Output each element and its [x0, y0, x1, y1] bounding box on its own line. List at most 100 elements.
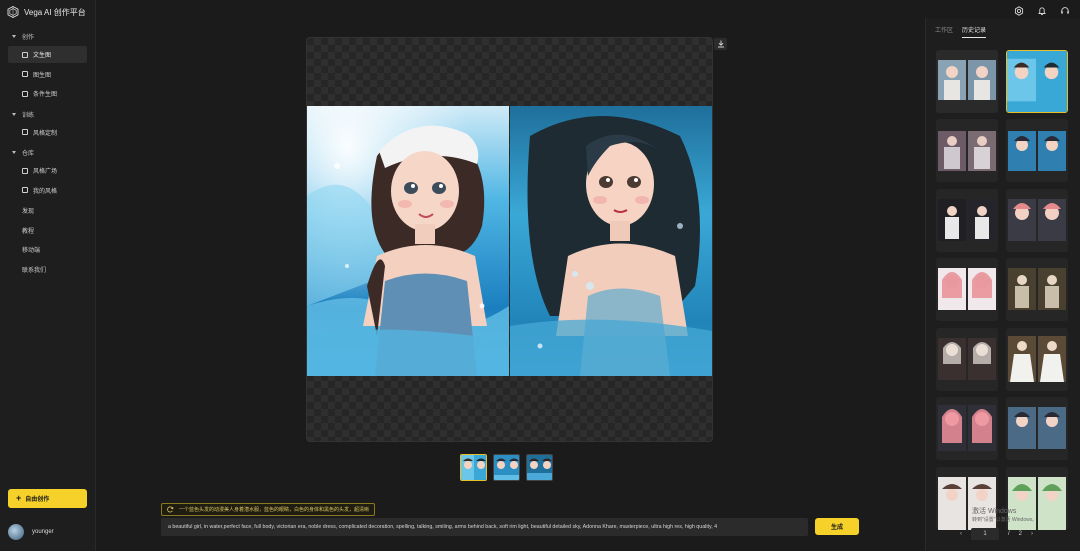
history-item[interactable]: [936, 327, 998, 391]
sidebar-item-label: 文生图: [33, 53, 52, 59]
download-icon: [717, 40, 724, 48]
sidebar-item-text2img[interactable]: 文生图: [8, 46, 87, 63]
page-input[interactable]: 1: [971, 528, 999, 540]
thumbnail-art: [527, 455, 552, 480]
sidebar-link-tutorial[interactable]: 教程: [0, 221, 96, 241]
history-thumbnail: [936, 327, 998, 391]
avatar: [8, 524, 24, 540]
thumbnail-art: [461, 455, 486, 480]
suggestion-text: 一个蓝色头发的动漫美人身着潜水服，蓝色的眼睛，白色的身体和黑色的头发，超清晰: [179, 507, 370, 513]
generated-portrait-right: [510, 106, 712, 376]
generated-portrait-left: [307, 106, 509, 376]
result-image[interactable]: [307, 106, 712, 376]
history-item[interactable]: [1006, 50, 1068, 113]
portrait-art: [307, 106, 509, 376]
page-separator: /: [1008, 531, 1010, 537]
portrait-art: [510, 106, 712, 376]
sidebar-item-label: 风格定制: [33, 130, 58, 137]
pagination: ‹ 1 / 2 ›: [960, 528, 1033, 540]
sidebar-item-conditional[interactable]: 条件生图: [8, 85, 87, 102]
result-thumbnails: [460, 454, 553, 481]
nav-group-label: 训练: [22, 112, 35, 119]
nav-group-create[interactable]: 创作: [0, 27, 96, 46]
history-item[interactable]: [936, 50, 998, 113]
nav-group-repo[interactable]: 仓库: [0, 143, 96, 162]
bell-icon: [1038, 7, 1046, 16]
gear-icon: [1014, 6, 1024, 16]
logo-icon: [7, 6, 19, 18]
thumbnail-art: [494, 455, 519, 480]
prompt-input[interactable]: [161, 518, 808, 536]
total-pages: 2: [1018, 531, 1023, 537]
current-page: 1: [983, 531, 987, 537]
history-item[interactable]: [1006, 188, 1068, 252]
free-create-label: 自由创作: [25, 497, 50, 503]
sidebar-item-style-custom[interactable]: 风格定制: [8, 124, 87, 141]
chevron-right-icon[interactable]: ›: [1031, 531, 1033, 537]
result-thumbnail[interactable]: [493, 454, 520, 481]
sidebar-link-mobile[interactable]: 移动端: [0, 240, 96, 260]
history-thumbnail: [1007, 51, 1067, 112]
history-item[interactable]: [1006, 258, 1068, 322]
grid-icon: [22, 129, 28, 135]
sidebar: Vega AI 创作平台 创作 文生图 图生图 条件生图 训练 风格定制 仓库 …: [0, 0, 96, 551]
nav-group-train[interactable]: 训练: [0, 105, 96, 124]
nav-group-label: 仓库: [22, 151, 35, 157]
sidebar-item-label: 图生图: [33, 72, 52, 79]
sidebar-nav: 创作 文生图 图生图 条件生图 训练 风格定制 仓库 风格广场 我的风格 发现 …: [0, 27, 96, 279]
history-item[interactable]: [936, 397, 998, 461]
prompt-suggestion[interactable]: 一个蓝色头发的动漫美人身着潜水服，蓝色的眼睛，白色的身体和黑色的头发，超清晰: [161, 503, 376, 516]
nav-group-label: 创作: [22, 35, 35, 41]
settings-button[interactable]: [1013, 5, 1025, 17]
history-item[interactable]: [936, 188, 998, 252]
watermark-line: 转到"设置"以激活 Windows。: [972, 517, 1038, 523]
tab-workspace[interactable]: 工作区: [935, 25, 953, 38]
history-thumbnail: [1006, 188, 1068, 252]
app-window: Vega AI 创作平台 创作 文生图 图生图 条件生图 训练 风格定制 仓库 …: [0, 0, 1080, 551]
result-thumbnail[interactable]: [460, 454, 487, 481]
history-panel: 工作区 历史记录 ‹ 1 / 2 ›: [925, 18, 1080, 551]
sidebar-item-my-style[interactable]: 我的风格: [8, 182, 87, 199]
layers-icon: [22, 90, 28, 97]
user-profile[interactable]: younger: [8, 524, 54, 540]
result-thumbnail[interactable]: [526, 454, 553, 481]
chevron-left-icon[interactable]: ‹: [960, 531, 962, 537]
download-button[interactable]: [714, 38, 727, 50]
plus-icon: +: [16, 493, 22, 503]
history-item[interactable]: [936, 258, 998, 322]
store-icon: [22, 167, 28, 174]
windows-activation-watermark: 激活 Windows 转到"设置"以激活 Windows。: [972, 508, 1037, 524]
sidebar-item-style-square[interactable]: 风格广场: [8, 162, 87, 179]
panel-tabs: 工作区 历史记录: [935, 25, 987, 38]
history-grid: [936, 50, 1073, 530]
generate-button[interactable]: 生成: [815, 518, 859, 535]
watermark-line: 激活 Windows: [972, 508, 1017, 515]
refresh-icon: [167, 506, 174, 513]
history-thumbnail: [936, 397, 998, 461]
image-stage: [306, 37, 713, 442]
sidebar-item-label: 我的风格: [33, 188, 58, 195]
support-button[interactable]: [1059, 5, 1071, 17]
history-item[interactable]: [1006, 327, 1068, 391]
sidebar-item-img2img[interactable]: 图生图: [8, 66, 87, 83]
caret-down-icon: [12, 112, 16, 116]
free-create-button[interactable]: + 自由创作: [8, 489, 87, 508]
tab-history[interactable]: 历史记录: [962, 25, 987, 38]
caret-down-icon: [12, 151, 16, 154]
image-icon: [22, 71, 28, 77]
brand[interactable]: Vega AI 创作平台: [7, 5, 86, 19]
caret-down-icon: [12, 35, 16, 38]
headset-icon: [1061, 7, 1069, 14]
history-thumbnail: [1006, 327, 1068, 391]
history-item[interactable]: [1006, 397, 1068, 461]
top-toolbar: [1013, 5, 1071, 17]
sidebar-link-contact[interactable]: 联系我们: [0, 260, 96, 280]
history-item[interactable]: [1006, 119, 1068, 183]
history-thumbnail: [1006, 119, 1068, 183]
history-item[interactable]: [936, 119, 998, 183]
grid-icon: [22, 187, 28, 193]
sidebar-link-discover[interactable]: 发现: [0, 201, 96, 221]
username: younger: [32, 529, 54, 535]
notifications-button[interactable]: [1036, 5, 1048, 17]
history-thumbnail: [936, 188, 998, 252]
